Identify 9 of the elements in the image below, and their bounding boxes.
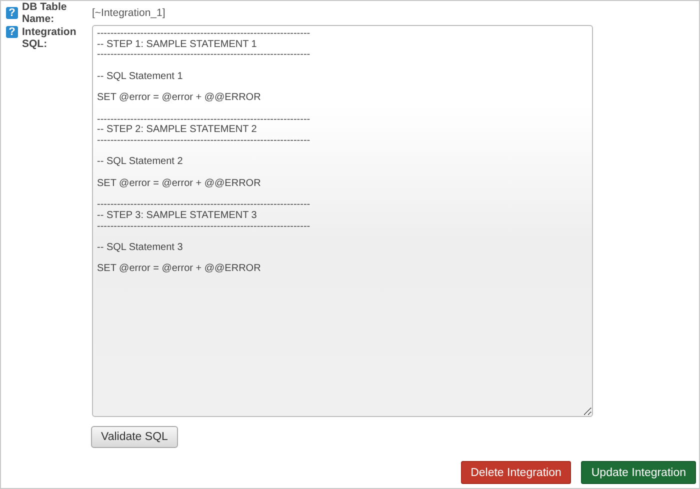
help-icon[interactable]: ?: [6, 7, 18, 19]
table-name-value: [~Integration_1]: [92, 7, 166, 19]
action-button[interactable]: Delete Integration: [460, 461, 572, 484]
action-button[interactable]: Update Integration: [581, 461, 696, 484]
sql-field[interactable]: ---------------------------------------------------------------- -- STEP 1: SAMPLE STATEMENT 1 ---------------------------------------------------------------- -- SQL Statement 1 SET @error = @error + @@ERROR ---------------------------------------------------------------- -- STEP 2: SAMPLE STATEMENT 2 ---------------------------------------------------------------- -- SQL Statement 2 SET @error = @error + @@ERROR ---------------------------------------------------------------- -- STEP 3: SAMPLE STATEMENT 3 ---------------------------------------------------------------- -- SQL Statement 3 SET @error = @error + @@ERROR: [92, 25, 593, 417]
field-label: Integration SQL:: [22, 26, 78, 50]
validate-button[interactable]: Validate SQL: [91, 426, 178, 448]
help-icon[interactable]: ?: [6, 26, 18, 38]
field-label: DB Table Name:: [22, 1, 68, 25]
